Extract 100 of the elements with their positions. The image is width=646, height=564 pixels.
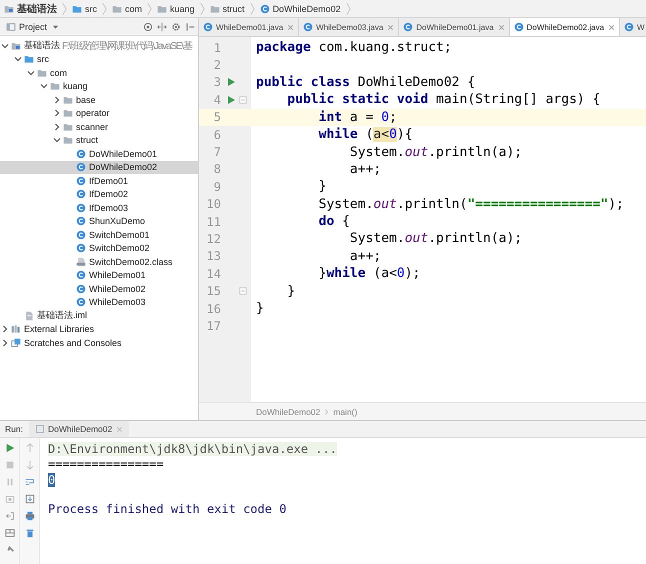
breadcrumb-item[interactable]: src — [70, 4, 99, 14]
chevron-icon — [324, 408, 330, 416]
editor-tab[interactable]: DoWhileDemo01.java — [399, 18, 510, 36]
tree-item[interactable]: External Libraries — [0, 322, 198, 336]
class-icon — [514, 22, 524, 32]
down-arrow-icon[interactable] — [24, 460, 34, 470]
tree-item[interactable]: operator — [0, 106, 198, 120]
editor-tab[interactable]: W — [620, 18, 646, 36]
locate-icon[interactable] — [143, 22, 153, 32]
tree-item[interactable]: struct — [0, 134, 198, 147]
folder-icon — [37, 68, 47, 78]
editor-tab[interactable]: WhileDemo03.java — [299, 18, 400, 36]
breadcrumb-item[interactable]: DoWhileDemo02 — [258, 4, 343, 14]
project-view-selector[interactable]: Project — [6, 22, 60, 32]
line-number: 11 — [206, 214, 221, 229]
tree-item[interactable]: src — [0, 52, 198, 66]
folder-icon — [72, 4, 82, 14]
class-icon — [76, 189, 86, 200]
class-icon — [76, 297, 86, 308]
code-line: a++; — [348, 248, 382, 264]
tree-item[interactable]: DoWhileDemo02 — [0, 160, 198, 174]
layout-icon[interactable] — [4, 528, 14, 538]
file-icon — [76, 256, 86, 267]
settings-icon[interactable] — [171, 22, 181, 32]
tree-item[interactable]: 基础语法.iml — [0, 309, 198, 322]
wrap-icon[interactable] — [24, 477, 34, 487]
print-icon[interactable] — [24, 511, 34, 521]
tree-item[interactable]: com — [0, 66, 198, 80]
scroll-icon[interactable] — [24, 494, 34, 504]
exit-icon[interactable] — [4, 511, 14, 521]
folder-icon — [24, 54, 34, 64]
tree-item[interactable]: IfDemo01 — [0, 174, 198, 188]
fold-icon[interactable] — [239, 287, 247, 296]
run-icon[interactable] — [226, 77, 236, 88]
file-icon — [24, 310, 34, 321]
chevron-icon — [250, 0, 255, 16]
split-icon[interactable] — [157, 22, 167, 32]
breadcrumb-item[interactable]: com — [110, 4, 144, 14]
tree-item[interactable]: IfDemo02 — [0, 188, 198, 201]
class-icon — [203, 22, 213, 32]
code-line: a++; — [348, 162, 382, 177]
class-icon — [76, 284, 86, 294]
class-icon — [76, 176, 86, 186]
fold-icon[interactable] — [239, 96, 247, 104]
line-number: 8 — [212, 162, 221, 176]
run-icon[interactable] — [4, 443, 14, 453]
tree-item[interactable]: base — [0, 93, 198, 106]
close-icon[interactable] — [387, 24, 394, 30]
tree-item[interactable]: ShunXuDemo — [0, 214, 198, 228]
close-icon[interactable] — [498, 24, 505, 30]
code-line: System.out.println(a); — [348, 231, 522, 246]
tree-item[interactable]: WhileDemo01 — [0, 268, 198, 282]
class-icon — [76, 230, 86, 240]
run-tab[interactable]: DoWhileDemo02 — [28, 421, 130, 437]
hide-panel-icon[interactable] — [185, 22, 195, 32]
line-number: 13 — [206, 249, 221, 264]
tree-item[interactable]: kuang — [0, 80, 198, 93]
line-number: 7 — [212, 145, 221, 160]
chevron-icon — [346, 0, 351, 16]
tree-item[interactable]: SwitchDemo01 — [0, 228, 198, 242]
trash-icon[interactable] — [24, 528, 34, 538]
chevron-icon — [62, 0, 67, 16]
code-line: }while (a<0); — [318, 266, 420, 282]
line-number: 9 — [212, 180, 221, 194]
folder-icon — [112, 4, 122, 14]
camera-icon[interactable] — [4, 494, 14, 504]
tree-item[interactable]: IfDemo03 — [0, 201, 198, 214]
class-icon — [624, 22, 634, 32]
run-icon[interactable] — [226, 94, 236, 105]
class-icon — [76, 202, 86, 213]
tree-item[interactable]: 基础语法 F:\班级管理\网课班\代码\JavaSE\基 — [0, 39, 198, 52]
class-icon — [260, 4, 270, 14]
tree-item[interactable]: scanner — [0, 120, 198, 134]
close-icon[interactable] — [287, 24, 294, 30]
class-icon — [403, 22, 414, 32]
class-icon — [76, 162, 86, 172]
breadcrumb-item[interactable]: kuang — [155, 4, 197, 14]
code-line: System.out.println("================"); — [318, 196, 624, 212]
tree-item[interactable]: DoWhileDemo01 — [0, 147, 198, 160]
chevron-icon — [200, 0, 205, 16]
code-line: package com.kuang.struct; — [256, 40, 452, 56]
code-line: public static void main(String[] args) { — [286, 92, 600, 108]
console-line: Process finished with exit code 0 — [48, 502, 286, 516]
breadcrumb-item[interactable]: 基础语法 — [2, 2, 59, 16]
tree-item[interactable]: WhileDemo03 — [0, 296, 198, 309]
editor-tab[interactable]: WhileDemo01.java — [199, 18, 300, 36]
tree-item[interactable]: WhileDemo02 — [0, 282, 198, 296]
tree-item[interactable]: Scratches and Consoles — [0, 336, 198, 350]
up-arrow-icon[interactable] — [24, 443, 34, 453]
tree-item[interactable]: SwitchDemo02.class — [0, 255, 198, 268]
folder-icon — [63, 94, 73, 105]
breadcrumb-item[interactable]: struct — [208, 4, 247, 14]
tree-item[interactable]: SwitchDemo02 — [0, 242, 198, 255]
close-icon[interactable] — [608, 24, 616, 30]
code-line: do { — [318, 214, 350, 230]
folder-icon — [63, 108, 73, 118]
module-folder-icon — [4, 4, 14, 14]
caret-icon — [52, 24, 60, 30]
editor-tab[interactable]: DoWhileDemo02.java — [510, 18, 620, 36]
class-icon — [76, 216, 86, 226]
